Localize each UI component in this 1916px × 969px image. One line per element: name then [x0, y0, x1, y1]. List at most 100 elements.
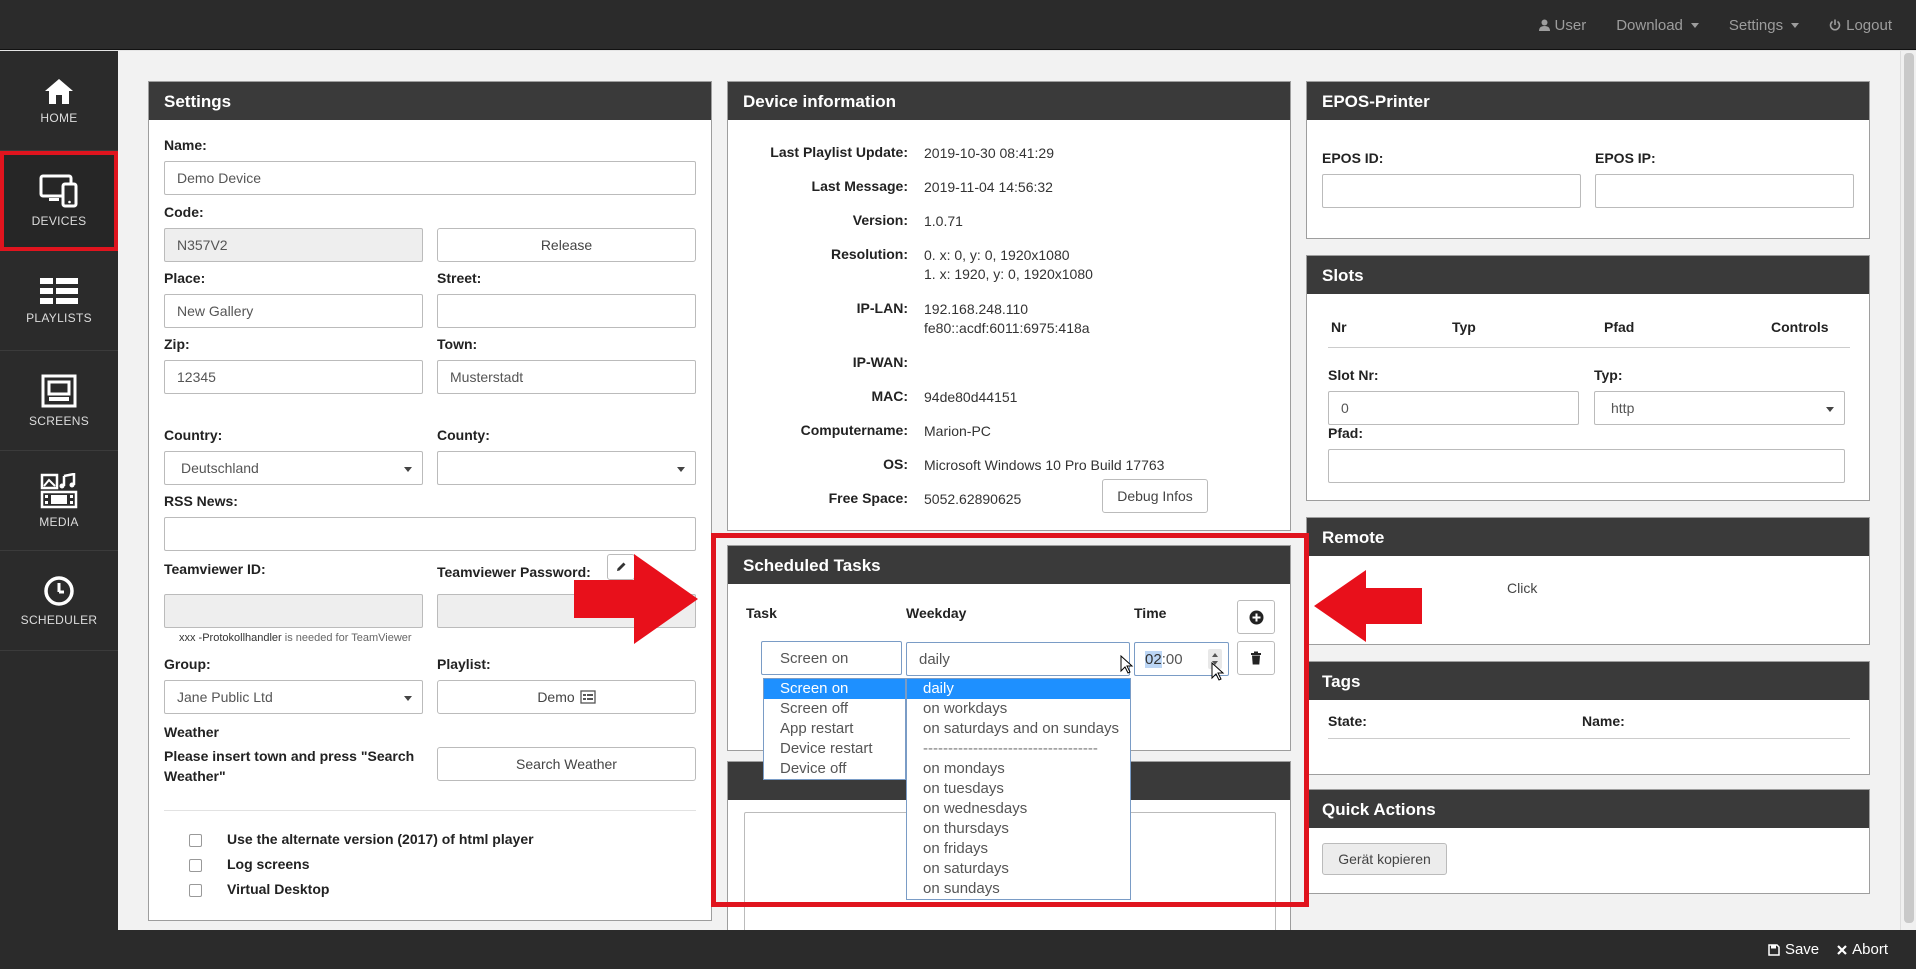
info-key: IP-LAN:: [856, 300, 908, 316]
info-value: 2019-10-30 08:41:29: [924, 145, 1054, 161]
alt-version-checkbox[interactable]: [189, 834, 202, 847]
weekday-option[interactable]: on saturdays and on sundays: [907, 719, 1130, 739]
playlist-label: Playlist:: [437, 656, 491, 672]
search-weather-button[interactable]: Search Weather: [437, 747, 696, 781]
slots-panel: Slots Nr Typ Pfad Controls Slot Nr: 0 Ty…: [1306, 255, 1870, 501]
copy-device-button[interactable]: Gerät kopieren: [1322, 843, 1447, 875]
save-button[interactable]: Save: [1768, 941, 1819, 958]
slot-nr-input[interactable]: 0: [1328, 391, 1579, 425]
town-input[interactable]: Musterstadt: [437, 360, 696, 394]
code-input: N357V2: [164, 228, 423, 262]
plus-circle-icon: [1249, 610, 1263, 624]
log-screens-checkbox[interactable]: [189, 859, 202, 872]
release-button[interactable]: Release: [437, 228, 696, 262]
quick-actions-panel: Quick Actions Gerät kopieren: [1306, 789, 1870, 894]
virtual-desktop-checkbox[interactable]: [189, 884, 202, 897]
county-label: County:: [437, 427, 490, 443]
typ-select[interactable]: http: [1594, 391, 1845, 425]
weekday-dropdown-list: daily on workdays on saturdays and on su…: [906, 678, 1131, 900]
playlist-picker[interactable]: Demo: [437, 680, 696, 714]
epos-printer-panel: EPOS-Printer EPOS ID: EPOS IP:: [1306, 81, 1870, 239]
weekday-option[interactable]: on mondays: [907, 759, 1130, 779]
epos-id-input[interactable]: [1322, 174, 1581, 208]
teamviewer-note-text: is needed for TeamViewer: [281, 632, 412, 644]
name-input[interactable]: Demo Device: [164, 161, 696, 195]
task-option[interactable]: Screen off: [764, 699, 905, 719]
task-option[interactable]: Device off: [764, 759, 905, 779]
panel-title: EPOS-Printer: [1307, 82, 1869, 120]
place-input[interactable]: New Gallery: [164, 294, 423, 328]
task-header: Task: [746, 605, 777, 621]
county-select[interactable]: [437, 451, 696, 485]
group-select[interactable]: Jane Public Ltd: [164, 680, 423, 714]
street-input[interactable]: [437, 294, 696, 328]
playlist-value: Demo: [537, 689, 575, 705]
info-value: 1.0.71: [924, 213, 963, 229]
teamviewer-id-label: Teamviewer ID:: [164, 561, 266, 577]
pfad-input[interactable]: [1328, 449, 1845, 483]
arrow-right-icon: [574, 554, 698, 644]
weekday-option[interactable]: on sundays: [907, 879, 1130, 899]
weekday-option[interactable]: on wednesdays: [907, 799, 1130, 819]
weekday-separator: -----------------------------------: [923, 740, 1098, 757]
delete-task-button[interactable]: [1237, 641, 1275, 675]
info-value: 0. x: 0, y: 0, 1920x1080: [924, 247, 1070, 263]
user-menu[interactable]: User: [1538, 17, 1586, 34]
add-task-button[interactable]: [1237, 600, 1275, 634]
country-select[interactable]: Deutschland: [164, 451, 423, 485]
weekday-option[interactable]: daily: [907, 679, 1130, 699]
abort-label: Abort: [1852, 941, 1888, 958]
logout-link[interactable]: Logout: [1829, 17, 1892, 34]
task-option[interactable]: Device restart: [764, 739, 905, 759]
info-value: Microsoft Windows 10 Pro Build 17763: [924, 457, 1165, 473]
sidebar-item-screens[interactable]: SCREENS: [0, 351, 118, 451]
weather-label: Weather: [164, 724, 219, 740]
abort-button[interactable]: Abort: [1837, 941, 1888, 958]
sidebar-item-label: MEDIA: [39, 514, 79, 529]
info-value: Marion-PC: [924, 423, 991, 439]
protocol-handler-link[interactable]: xxx -Protokollhandler: [179, 632, 282, 644]
scrollbar-thumb[interactable]: [1904, 53, 1914, 923]
task-select[interactable]: Screen on: [761, 641, 902, 675]
sidebar-item-home[interactable]: HOME: [0, 51, 118, 151]
top-navbar: User Download Settings Logout: [0, 0, 1916, 50]
zip-label: Zip:: [164, 336, 190, 352]
cursor-icon: [1120, 655, 1134, 674]
info-value: 2019-11-04 14:56:32: [924, 179, 1053, 195]
remote-click-link[interactable]: Click: [1507, 580, 1537, 596]
tags-panel: Tags State: Name:: [1306, 661, 1870, 775]
sidebar-item-devices[interactable]: DEVICES: [0, 151, 118, 251]
epos-id-label: EPOS ID:: [1322, 150, 1384, 166]
weekday-option[interactable]: on tuesdays: [907, 779, 1130, 799]
debug-infos-button[interactable]: Debug Infos: [1102, 479, 1208, 513]
scheduler-icon: [44, 575, 74, 606]
weekday-option[interactable]: on thursdays: [907, 819, 1130, 839]
country-value: Deutschland: [181, 460, 259, 476]
page-scrollbar[interactable]: [1900, 51, 1916, 930]
weekday-option[interactable]: on saturdays: [907, 859, 1130, 879]
task-option[interactable]: Screen on: [764, 679, 905, 699]
column-header: Controls: [1771, 319, 1829, 335]
info-value-2: 1. x: 1920, y: 0, 1920x1080: [924, 266, 1093, 282]
weekday-select[interactable]: daily: [906, 642, 1130, 676]
sidebar: HOME DEVICES PLAYLISTS SCREENS MEDIA SCH…: [0, 51, 118, 969]
weekday-option[interactable]: on workdays: [907, 699, 1130, 719]
download-menu[interactable]: Download: [1616, 17, 1699, 34]
media-icon: [40, 472, 78, 508]
epos-ip-input[interactable]: [1595, 174, 1854, 208]
panel-title: Slots: [1307, 256, 1869, 294]
sidebar-item-media[interactable]: MEDIA: [0, 451, 118, 551]
task-option[interactable]: App restart: [764, 719, 905, 739]
rss-input[interactable]: [164, 517, 696, 551]
panel-title: Device information: [728, 82, 1290, 120]
info-value: 5052.62890625: [924, 491, 1022, 507]
column-header: Typ: [1452, 319, 1476, 335]
zip-input[interactable]: 12345: [164, 360, 423, 394]
sidebar-item-playlists[interactable]: PLAYLISTS: [0, 251, 118, 351]
sidebar-item-scheduler[interactable]: SCHEDULER: [0, 551, 118, 651]
weekday-option[interactable]: on fridays: [907, 839, 1130, 859]
column-header: Pfad: [1604, 319, 1635, 335]
settings-menu[interactable]: Settings: [1729, 17, 1800, 34]
info-value: 94de80d44151: [924, 389, 1018, 405]
sidebar-item-label: SCREENS: [28, 413, 90, 428]
